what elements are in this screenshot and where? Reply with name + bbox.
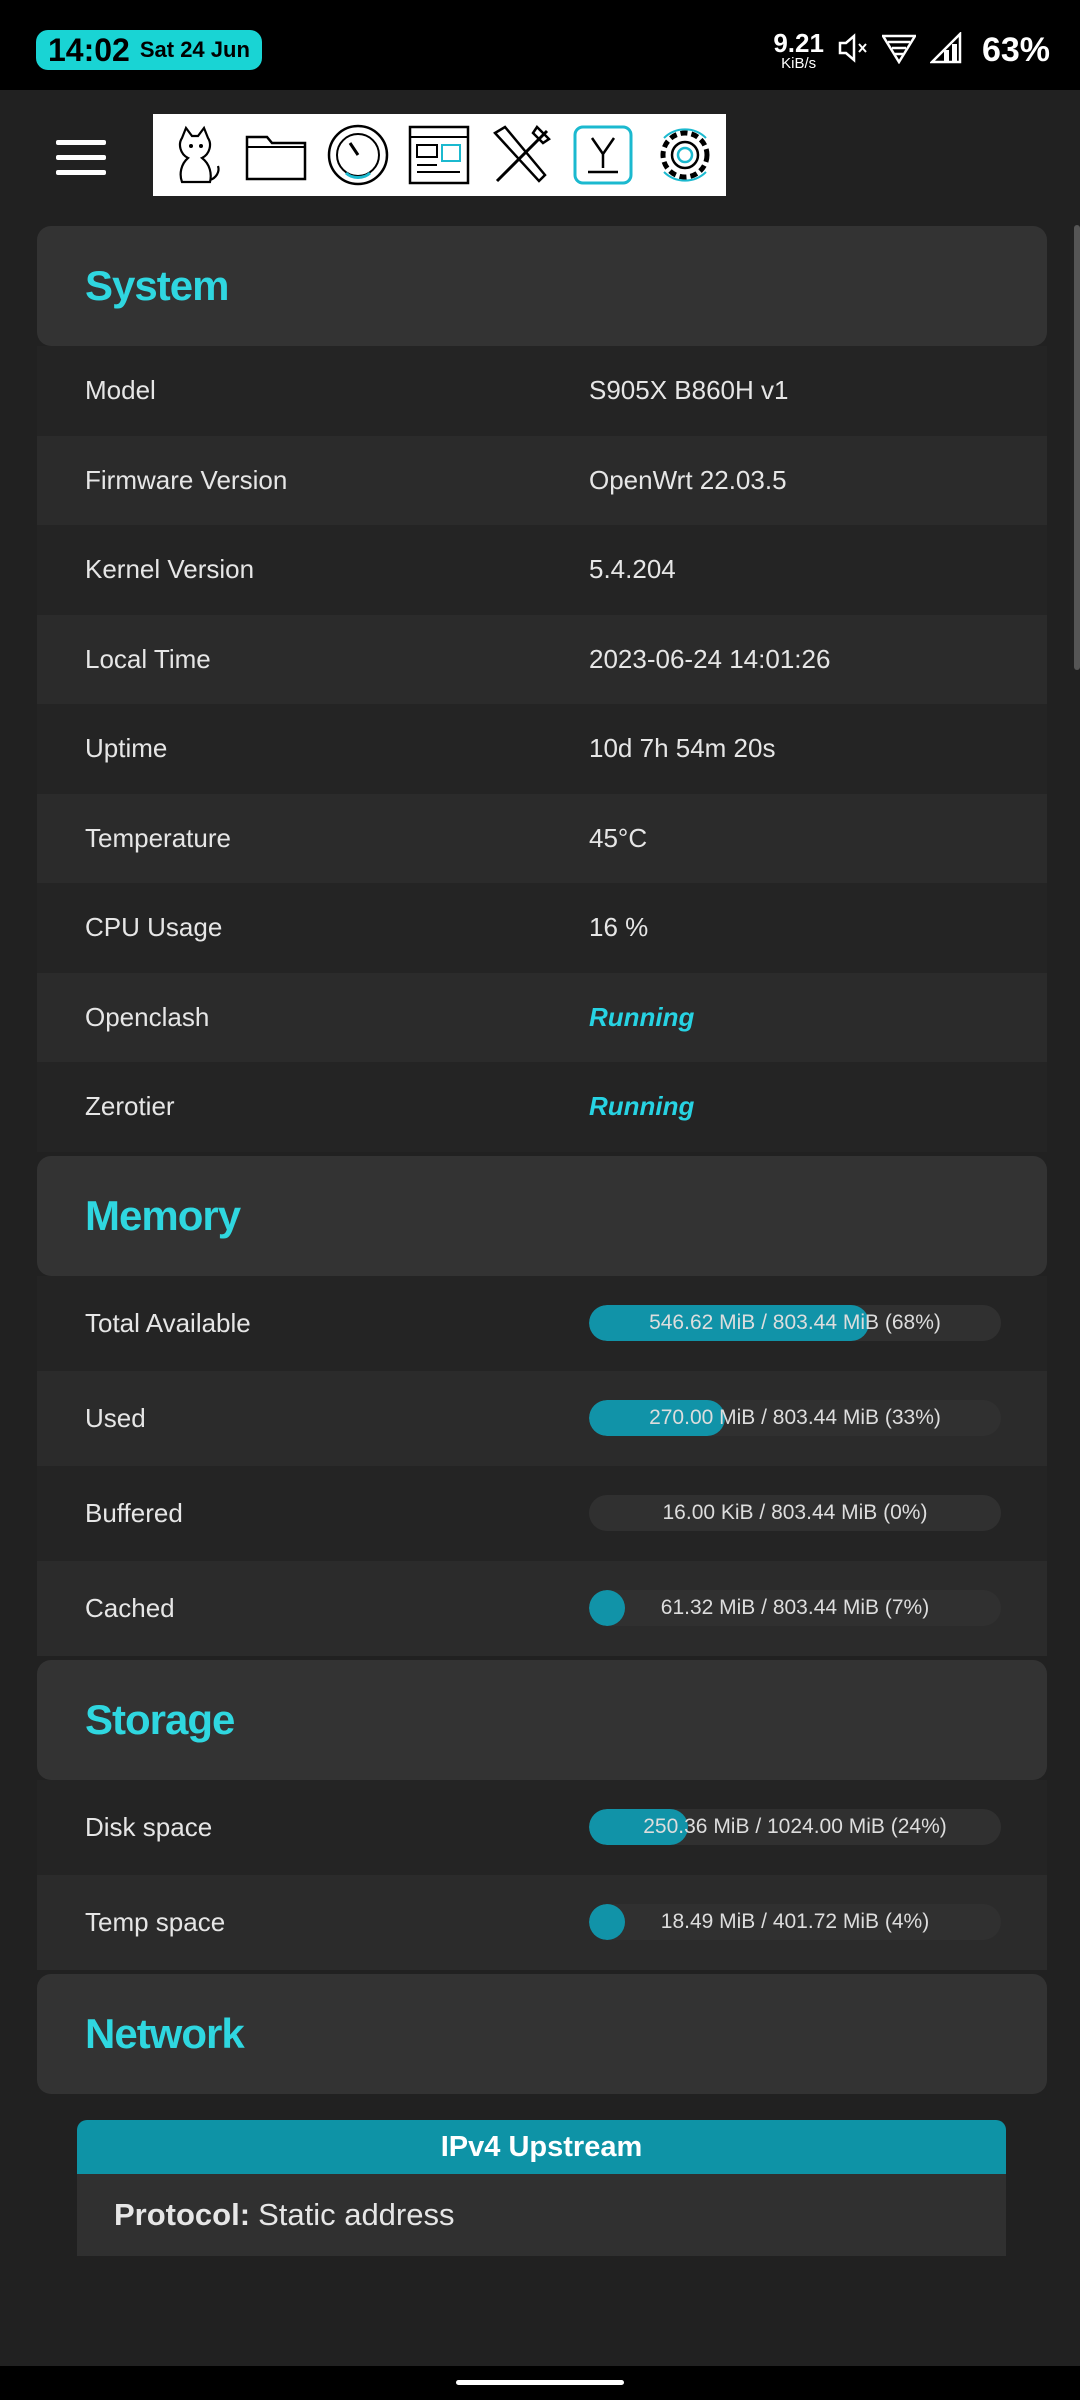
- navigation-bar: [0, 2366, 1080, 2400]
- storage-title: Storage: [85, 1695, 235, 1743]
- row-label: Openclash: [85, 1001, 210, 1032]
- progress-bar: 18.49 MiB / 401.72 MiB (4%): [589, 1904, 1001, 1940]
- row-label: Buffered: [85, 1497, 183, 1528]
- gauge-icon[interactable]: [325, 122, 391, 188]
- tools-icon[interactable]: [488, 122, 554, 188]
- system-row-zerotier: Zerotier Running: [37, 1062, 1047, 1152]
- memory-title: Memory: [85, 1191, 241, 1239]
- progress-text: 16.00 KiB / 803.44 MiB (0%): [662, 1501, 928, 1524]
- status-overview: System Model S905X B860H v1 Firmware Ver…: [37, 226, 1047, 2094]
- mute-icon: [838, 32, 868, 69]
- progress-text: 250.36 MiB / 1024.00 MiB (24%): [643, 1815, 947, 1838]
- row-label: Firmware Version: [85, 464, 288, 495]
- memory-row-total-available: Total Available 546.62 MiB / 803.44 MiB …: [37, 1275, 1047, 1371]
- memory-row-used: Used 270.00 MiB / 803.44 MiB (33%): [37, 1370, 1047, 1466]
- row-value: OpenWrt 22.03.5: [589, 464, 787, 495]
- network-title: Network: [85, 2009, 245, 2057]
- row-label: Temperature: [85, 822, 231, 853]
- net-speed-unit: KiB/s: [781, 54, 817, 72]
- system-row-model: Model S905X B860H v1: [37, 346, 1047, 436]
- system-row-kernel: Kernel Version 5.4.204: [37, 525, 1047, 615]
- row-label: Used: [85, 1402, 146, 1433]
- row-label: Uptime: [85, 733, 168, 764]
- status-indicators: 9.21 KiB/s 63%: [773, 28, 1050, 72]
- row-label: Disk space: [85, 1811, 213, 1842]
- net-speed-value: 9.21: [773, 27, 824, 58]
- system-row-uptime: Uptime 10d 7h 54m 20s: [37, 704, 1047, 794]
- system-section-header: System: [37, 226, 1047, 346]
- net-speed: 9.21 KiB/s: [773, 30, 824, 71]
- storage-row-temp-space: Temp space 18.49 MiB / 401.72 MiB (4%): [37, 1874, 1047, 1970]
- row-label: CPU Usage: [85, 912, 223, 943]
- row-value: 16 %: [589, 912, 649, 943]
- memory-row-buffered: Buffered 16.00 KiB / 803.44 MiB (0%): [37, 1465, 1047, 1561]
- zerotier-status-link[interactable]: Running: [589, 1091, 694, 1122]
- network-section-header: Network: [37, 1973, 1047, 2094]
- status-clock: 14:02 Sat 24 Jun: [36, 30, 262, 70]
- ipv4-upstream-title: IPv4 Upstream: [77, 2120, 1006, 2174]
- row-value: 45°C: [589, 822, 648, 853]
- status-date: Sat 24 Jun: [139, 37, 250, 62]
- memory-row-cached: Cached 61.32 MiB / 803.44 MiB (7%): [37, 1560, 1047, 1656]
- row-label: Temp space: [85, 1906, 226, 1937]
- row-label: Cached: [85, 1592, 175, 1623]
- row-label: Zerotier: [85, 1091, 175, 1122]
- row-label: Local Time: [85, 643, 211, 674]
- row-value: 10d 7h 54m 20s: [589, 733, 776, 764]
- row-label: Kernel Version: [85, 554, 255, 585]
- hamburger-menu-icon[interactable]: [56, 140, 106, 176]
- folder-icon[interactable]: [243, 122, 309, 188]
- system-row-cpu-usage: CPU Usage 16 %: [37, 883, 1047, 973]
- storage-row-disk-space: Disk space 250.36 MiB / 1024.00 MiB (24%…: [37, 1779, 1047, 1875]
- system-row-local-time: Local Time 2023-06-24 14:01:26: [37, 614, 1047, 704]
- progress-bar: 16.00 KiB / 803.44 MiB (0%): [589, 1495, 1001, 1531]
- progress-text: 270.00 MiB / 803.44 MiB (33%): [649, 1406, 941, 1429]
- progress-bar: 250.36 MiB / 1024.00 MiB (24%): [589, 1809, 1001, 1845]
- system-row-openclash: Openclash Running: [37, 972, 1047, 1062]
- cell-signal-icon: [928, 30, 962, 69]
- wifi-icon: [880, 32, 918, 69]
- quick-launch-toolbar: [153, 114, 726, 196]
- row-value: S905X B860H v1: [589, 375, 789, 406]
- system-row-temperature: Temperature 45°C: [37, 793, 1047, 883]
- home-gesture-handle[interactable]: [456, 2380, 624, 2385]
- protocol-row: Protocol: Static address: [77, 2174, 1006, 2256]
- status-time: 14:02: [48, 31, 130, 68]
- progress-text: 61.32 MiB / 803.44 MiB (7%): [660, 1596, 930, 1619]
- system-row-firmware: Firmware Version OpenWrt 22.03.5: [37, 435, 1047, 525]
- progress-bar: 61.32 MiB / 803.44 MiB (7%): [589, 1590, 1001, 1626]
- dashboard-icon[interactable]: [406, 122, 472, 188]
- row-label: Model: [85, 375, 156, 406]
- battery-percent: 63%: [981, 30, 1050, 69]
- memory-section-header: Memory: [37, 1155, 1047, 1276]
- y-app-icon[interactable]: [570, 122, 636, 188]
- app-bar: [0, 90, 1080, 220]
- row-value: 2023-06-24 14:01:26: [589, 643, 831, 674]
- storage-section-header: Storage: [37, 1659, 1047, 1780]
- system-title: System: [85, 262, 229, 309]
- row-label: Total Available: [85, 1307, 251, 1338]
- status-bar: 14:02 Sat 24 Jun 9.21 KiB/s 63%: [0, 0, 1080, 90]
- scrollbar[interactable]: [1074, 225, 1080, 670]
- progress-bar: 546.62 MiB / 803.44 MiB (68%): [589, 1305, 1001, 1341]
- ipv4-upstream-card: IPv4 Upstream Protocol: Static address: [77, 2120, 1006, 2256]
- protocol-value: Static address: [258, 2197, 455, 2232]
- progress-bar: 270.00 MiB / 803.44 MiB (33%): [589, 1400, 1001, 1436]
- cat-icon[interactable]: [161, 122, 227, 188]
- settings-icon[interactable]: [652, 122, 718, 188]
- openclash-status-link[interactable]: Running: [589, 1002, 694, 1033]
- protocol-label: Protocol:: [114, 2197, 251, 2232]
- progress-text: 546.62 MiB / 803.44 MiB (68%): [649, 1311, 941, 1334]
- row-value: 5.4.204: [589, 554, 676, 585]
- progress-text: 18.49 MiB / 401.72 MiB (4%): [660, 1910, 930, 1933]
